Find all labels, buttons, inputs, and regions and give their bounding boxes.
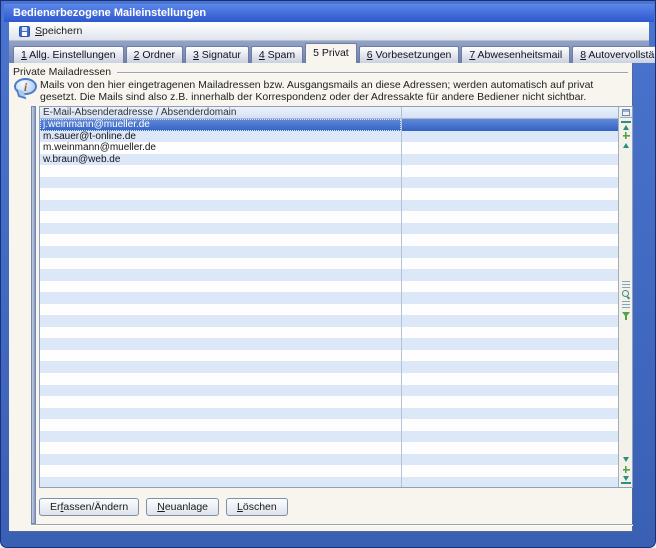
table-row[interactable]: m.sauer@t-online.de [40,131,618,143]
scroll-to-bottom-icon[interactable] [621,475,631,484]
column-picker-button[interactable] [620,107,632,118]
table-row-empty[interactable] [40,258,618,270]
tab-allg-einstellungen[interactable]: 1 Allg. Einstellungen [13,46,124,63]
table-row-empty[interactable] [40,385,618,397]
column-divider[interactable] [401,107,402,487]
table-row-empty[interactable] [40,442,618,454]
table-row-empty[interactable] [40,477,618,487]
tab-signatur[interactable]: 3 Signatur [185,46,249,63]
tab-privat[interactable]: 5 Privat [305,43,357,63]
table-row-empty[interactable] [40,304,618,316]
column-picker-icon [622,109,630,116]
info-text-line2: gesetzt. Die Mails sind also z.B. innerh… [40,91,593,103]
add-row-down-icon[interactable] [621,465,631,474]
table-row-empty[interactable] [40,177,618,189]
tab-vorbesetzungen[interactable]: 6 Vorbesetzungen [359,46,460,63]
scroll-up-icon[interactable] [621,141,631,150]
filter-icon[interactable] [621,310,631,319]
email-table: E-Mail-Absenderadresse / Absenderdomain … [39,106,633,488]
button-neuanlage[interactable]: Neuanlage [146,498,219,516]
groupbox-title: Private Mailadressen [13,66,111,78]
table-row-empty[interactable] [40,373,618,385]
tab-abwesenheitsmail[interactable]: 7 Abwesenheitsmail [461,46,570,63]
add-row-up-icon[interactable] [621,131,631,140]
table-row-empty[interactable] [40,281,618,293]
table-row-empty[interactable] [40,408,618,420]
table-row[interactable]: j.weinmann@mueller.de [40,119,618,131]
table-row-empty[interactable] [40,315,618,327]
table-row[interactable]: w.braun@web.de [40,154,618,166]
tab-autovervollständigung[interactable]: 8 Autovervollständigung [572,46,656,63]
scroll-down-icon[interactable] [621,455,631,464]
table-row-empty[interactable] [40,234,618,246]
table-row-empty[interactable] [40,327,618,339]
table-row-empty[interactable] [40,211,618,223]
tab-strip: 1 Allg. Einstellungen2 Ordner3 Signatur4… [9,41,649,63]
table-row-empty[interactable] [40,223,618,235]
groupbox-top-line [117,72,628,74]
save-floppy-icon [19,26,30,37]
table-row-empty[interactable] [40,200,618,212]
list-view-icon[interactable] [621,300,631,309]
table-row-empty[interactable] [40,396,618,408]
grid-view-icon[interactable] [621,280,631,289]
button-löschen[interactable]: Löschen [226,498,288,516]
table-row-empty[interactable] [40,269,618,281]
table-row-empty[interactable] [40,292,618,304]
vertical-splitter[interactable] [31,106,36,524]
info-text: Mails von den hier eingetragenen Mailadr… [40,79,593,103]
info-text-line1: Mails von den hier eingetragenen Mailadr… [40,79,593,91]
save-button-label: Speichern [35,25,82,37]
window-title: Bedienerbezogene Maileinstellungen [13,7,206,19]
button-erfassen-ändern[interactable]: Erfassen/Ändern [39,498,139,516]
tab-ordner[interactable]: 2 Ordner [126,46,183,63]
table-row-empty[interactable] [40,246,618,258]
table-row[interactable]: m.weinmann@mueller.de [40,142,618,154]
tab-spam[interactable]: 4 Spam [251,46,303,63]
table-row-empty[interactable] [40,165,618,177]
table-row-empty[interactable] [40,188,618,200]
groupbox-header: Private Mailadressen [13,66,628,78]
search-icon[interactable] [621,290,631,299]
table-row-empty[interactable] [40,454,618,466]
table-row-empty[interactable] [40,419,618,431]
table-row-empty[interactable] [40,350,618,362]
table-row-empty[interactable] [40,361,618,373]
table-row-empty[interactable] [40,431,618,443]
save-button[interactable]: Speichern [15,23,89,39]
table-column-header[interactable]: E-Mail-Absenderadresse / Absenderdomain [40,107,618,119]
scroll-to-top-icon[interactable] [621,121,631,130]
title-bar: Bedienerbezogene Maileinstellungen [4,4,654,22]
dialog-window: Bedienerbezogene Maileinstellungen Speic… [0,0,656,548]
toolbar: Speichern [9,22,649,41]
tab-panel-privat: Private Mailadressen i Mails von den hie… [9,63,633,532]
info-bubble-icon: i [14,78,37,97]
action-button-row: Erfassen/Ändern Neuanlage Löschen [39,498,288,516]
selected-row-focus [40,119,401,131]
table-row-empty[interactable] [40,465,618,477]
table-scrollbar[interactable] [618,107,632,487]
table-row-empty[interactable] [40,338,618,350]
groupbox-bottom-line [31,524,633,526]
table-body: j.weinmann@mueller.dem.sauer@t-online.de… [40,119,618,487]
